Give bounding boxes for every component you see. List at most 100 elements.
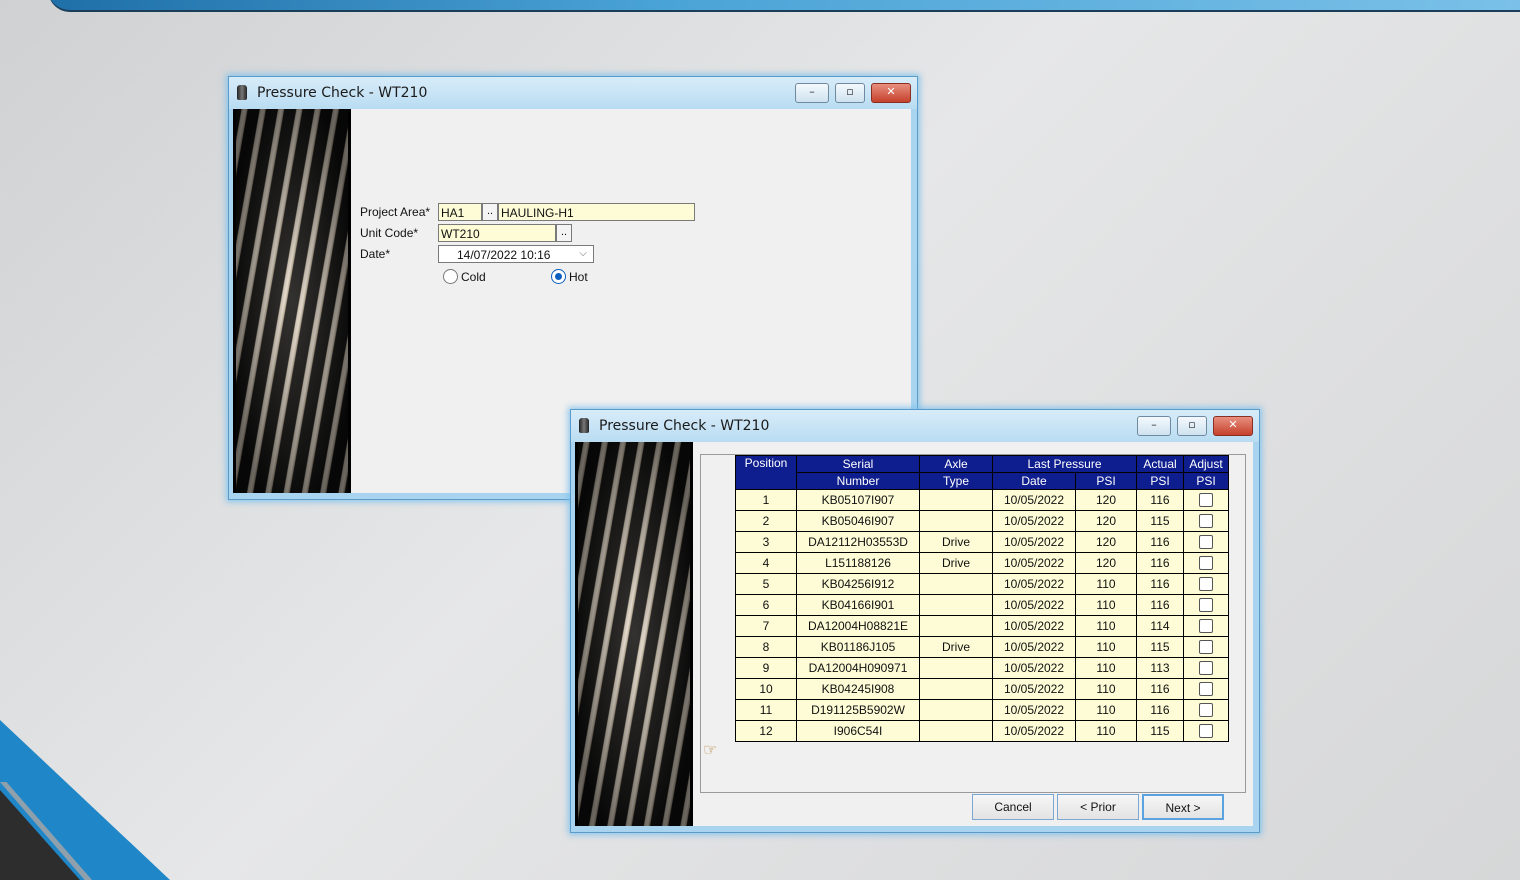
close-button[interactable]: ✕ — [1213, 416, 1253, 436]
radio-cold[interactable] — [443, 269, 458, 284]
cell-actual-psi[interactable]: 115 — [1136, 720, 1184, 742]
col-last-pressure: Last Pressure — [992, 455, 1137, 473]
prior-button[interactable]: < Prior — [1057, 794, 1139, 820]
date-label: Date* — [360, 247, 391, 261]
pressure-table: Position Serial Axle Last Pressure Actua… — [735, 455, 1229, 742]
adjust-checkbox[interactable] — [1199, 703, 1213, 718]
table-row[interactable]: 3 DA12112H03553D Drive 10/05/2022 120 116 — [735, 531, 1229, 553]
table-row[interactable]: 11 D191125B5902W 10/05/2022 110 116 — [735, 699, 1229, 721]
maximize-button[interactable]: ▫ — [1177, 416, 1207, 436]
cell-actual-psi[interactable]: 116 — [1136, 594, 1184, 616]
cell-psi: 110 — [1075, 636, 1137, 658]
minimize-button[interactable]: – — [1137, 416, 1171, 436]
table-row[interactable]: 5 KB04256I912 10/05/2022 110 116 — [735, 573, 1229, 595]
table-row[interactable]: 6 KB04166I901 10/05/2022 110 116 — [735, 594, 1229, 616]
cell-serial: DA12004H08821E — [796, 615, 920, 637]
cell-psi: 120 — [1075, 510, 1137, 532]
cell-actual-psi[interactable]: 116 — [1136, 573, 1184, 595]
cell-axle — [919, 678, 993, 700]
cell-date: 10/05/2022 — [992, 510, 1076, 532]
cell-psi: 110 — [1075, 720, 1137, 742]
table-row[interactable]: 2 KB05046I907 10/05/2022 120 115 — [735, 510, 1229, 532]
table-row[interactable]: 8 KB01186J105 Drive 10/05/2022 110 115 — [735, 636, 1229, 658]
project-area-name-field[interactable]: HAULING-H1 — [498, 203, 695, 221]
adjust-checkbox[interactable] — [1199, 724, 1213, 739]
table-row[interactable]: 1 KB05107I907 10/05/2022 120 116 — [735, 489, 1229, 511]
cell-actual-psi[interactable]: 116 — [1136, 552, 1184, 574]
date-field[interactable]: 14/07/2022 10:16 — [438, 245, 594, 263]
cell-date: 10/05/2022 — [992, 573, 1076, 595]
title-bar[interactable]: Pressure Check - WT210 – ▫ ✕ — [571, 410, 1259, 442]
maximize-button[interactable]: ▫ — [835, 83, 865, 103]
cancel-button[interactable]: Cancel — [972, 794, 1054, 820]
cell-axle: Drive — [919, 552, 993, 574]
adjust-checkbox[interactable] — [1199, 661, 1213, 676]
radio-hot[interactable] — [551, 269, 566, 284]
cell-axle — [919, 615, 993, 637]
adjust-checkbox[interactable] — [1199, 640, 1213, 655]
title-bar[interactable]: Pressure Check - WT210 – ▫ ✕ — [229, 77, 917, 109]
col-serial-2: Number — [796, 472, 920, 490]
cell-adjust — [1183, 531, 1229, 553]
col-axle-2: Type — [919, 472, 993, 490]
adjust-checkbox[interactable] — [1199, 535, 1213, 550]
cell-actual-psi[interactable]: 116 — [1136, 489, 1184, 511]
cell-position: 6 — [735, 594, 797, 616]
adjust-checkbox[interactable] — [1199, 598, 1213, 613]
table-row[interactable]: 12 I906C54I 10/05/2022 110 115 — [735, 720, 1229, 742]
cell-date: 10/05/2022 — [992, 615, 1076, 637]
cell-date: 10/05/2022 — [992, 699, 1076, 721]
cell-serial: KB04256I912 — [796, 573, 920, 595]
col-adjust-1: Adjust — [1183, 455, 1229, 473]
col-axle-1: Axle — [919, 455, 993, 473]
cell-actual-psi[interactable]: 115 — [1136, 510, 1184, 532]
adjust-checkbox[interactable] — [1199, 514, 1213, 529]
cell-psi: 120 — [1075, 552, 1137, 574]
table-row[interactable]: 9 DA12004H090971 10/05/2022 110 113 — [735, 657, 1229, 679]
cell-serial: KB05046I907 — [796, 510, 920, 532]
cell-serial: DA12004H090971 — [796, 657, 920, 679]
cell-psi: 110 — [1075, 699, 1137, 721]
tire-image — [233, 109, 351, 493]
cell-position: 3 — [735, 531, 797, 553]
cell-actual-psi[interactable]: 115 — [1136, 636, 1184, 658]
cell-axle — [919, 594, 993, 616]
close-button[interactable]: ✕ — [871, 83, 911, 103]
cell-actual-psi[interactable]: 113 — [1136, 657, 1184, 679]
cell-actual-psi[interactable]: 116 — [1136, 699, 1184, 721]
window-client: ☞ Position Serial Axle Last Pressure Act… — [575, 442, 1253, 826]
minimize-button[interactable]: – — [795, 83, 829, 103]
adjust-checkbox[interactable] — [1199, 577, 1213, 592]
date-dropdown-chevron-icon[interactable]: ⌵ — [573, 246, 593, 262]
cell-actual-psi[interactable]: 114 — [1136, 615, 1184, 637]
table-row[interactable]: 10 KB04245I908 10/05/2022 110 116 — [735, 678, 1229, 700]
adjust-checkbox[interactable] — [1199, 493, 1213, 508]
adjust-checkbox[interactable] — [1199, 556, 1213, 571]
col-actual-1: Actual — [1136, 455, 1184, 473]
unit-code-lookup-button[interactable]: .. — [556, 224, 572, 242]
cell-axle — [919, 720, 993, 742]
project-area-label: Project Area* — [360, 205, 431, 219]
project-area-code-field[interactable]: HA1 — [438, 203, 482, 221]
cell-adjust — [1183, 699, 1229, 721]
tire-grid: ☞ Position Serial Axle Last Pressure Act… — [700, 454, 1246, 793]
cell-actual-psi[interactable]: 116 — [1136, 531, 1184, 553]
project-area-lookup-button[interactable]: .. — [482, 203, 498, 221]
cell-adjust — [1183, 720, 1229, 742]
cell-serial: KB05107I907 — [796, 489, 920, 511]
adjust-checkbox[interactable] — [1199, 619, 1213, 634]
table-row[interactable]: 4 L151188126 Drive 10/05/2022 120 116 — [735, 552, 1229, 574]
unit-code-field[interactable]: WT210 — [438, 224, 556, 242]
radio-cold-label: Cold — [461, 270, 486, 284]
table-row[interactable]: 7 DA12004H08821E 10/05/2022 110 114 — [735, 615, 1229, 637]
col-adjust-2: PSI — [1183, 472, 1229, 490]
unit-code-label: Unit Code* — [360, 226, 419, 240]
cell-adjust — [1183, 657, 1229, 679]
next-button[interactable]: Next > — [1142, 794, 1224, 820]
cell-actual-psi[interactable]: 116 — [1136, 678, 1184, 700]
col-position: Position — [735, 455, 797, 490]
cell-serial: I906C54I — [796, 720, 920, 742]
cell-date: 10/05/2022 — [992, 720, 1076, 742]
cell-psi: 110 — [1075, 615, 1137, 637]
adjust-checkbox[interactable] — [1199, 682, 1213, 697]
